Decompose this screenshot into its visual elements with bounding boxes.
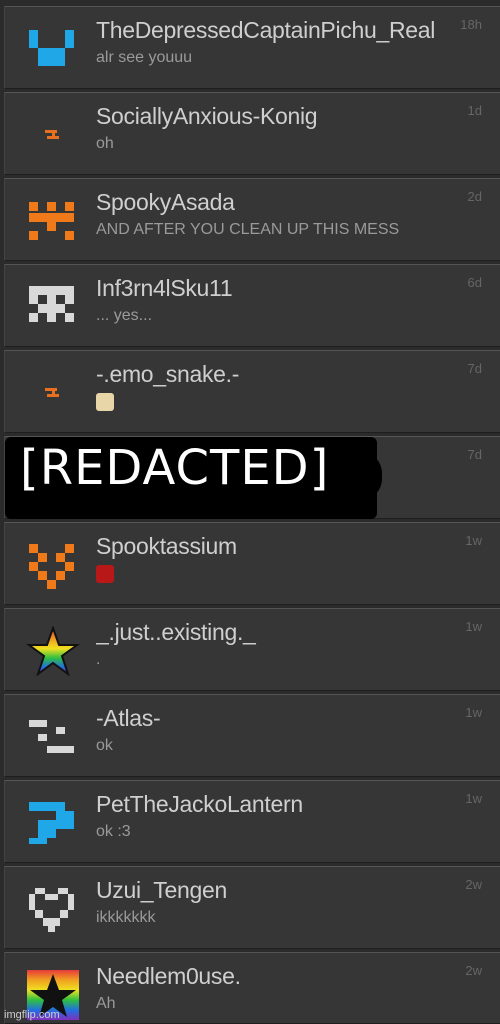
conversation-name: Needlem0use. (96, 963, 241, 989)
cat-emoji-icon (96, 393, 114, 411)
conversation-preview: ok (96, 737, 113, 754)
conversation-preview: . (96, 651, 101, 668)
conversation-preview (96, 393, 486, 411)
conversation-time: 7d (467, 447, 482, 462)
conversation-time: 2w (465, 877, 482, 892)
conversation-time: 6d (467, 275, 482, 290)
conversation-name: -Atlas- (96, 705, 161, 731)
conversation-preview: AND AFTER YOU CLEAN UP THIS MESS (96, 221, 400, 238)
conversation-preview: ok :3 (96, 823, 131, 840)
conversation-time: 1w (465, 533, 482, 548)
orange-lightning-avatar-icon (45, 130, 59, 139)
conversation-row[interactable]: _.just..existing._ . 1w (4, 608, 500, 691)
conversation-preview: ikkkkkkk (96, 909, 156, 926)
conversation-time: 18h (460, 17, 482, 32)
conversation-name: Uzui_Tengen (96, 877, 227, 903)
conversation-row[interactable]: -.emo_snake.- 7d (4, 350, 500, 433)
conversation-row[interactable]: SociallyAnxious-Konig oh 1d (4, 92, 500, 175)
watermark: imgflip.com (4, 1009, 60, 1021)
rainbow-star-avatar-icon (25, 626, 81, 676)
conversation-time: 2d (467, 189, 482, 204)
conversation-name: Inf3rn4lSku11 (96, 275, 233, 301)
conversation-preview: alr see youuu (96, 49, 193, 66)
conversation-preview: oh (96, 135, 114, 152)
conversation-row[interactable]: Inf3rn4lSku11 ... yes... 6d (4, 264, 500, 347)
blue-pixel-avatar-icon (29, 802, 74, 844)
conversation-name: -.emo_snake.- (96, 361, 240, 387)
conversation-row[interactable]: Uzui_Tengen ikkkkkkk 2w (4, 866, 500, 949)
conversation-name: Spooktassium (96, 533, 237, 559)
white-pixel-avatar-icon (29, 286, 74, 322)
orange-heart-pixel-avatar-icon (29, 544, 74, 589)
conversation-name: _.just..existing._ (96, 619, 256, 645)
conversation-time: 1w (465, 791, 482, 806)
orange-lightning-avatar-icon (45, 388, 59, 397)
conversation-name: SpookyAsada (96, 189, 235, 215)
conversation-name: SociallyAnxious-Konig (96, 103, 318, 129)
orange-pixel-avatar-icon (29, 202, 74, 240)
conversation-name: PetTheJackoLantern (96, 791, 303, 817)
redaction-blob (340, 452, 382, 500)
redacted-label: [REDACTED] (20, 440, 330, 496)
conversation-row[interactable]: -Atlas- ok 1w (4, 694, 500, 777)
conversation-name: TheDepressedCaptainPichu_Real (96, 17, 436, 43)
red-arrow-emoji-icon (96, 565, 114, 583)
blue-pixel-avatar-icon (29, 30, 74, 66)
conversation-time: 1w (465, 705, 482, 720)
conversation-time: 7d (467, 361, 482, 376)
conversation-time: 1w (465, 619, 482, 634)
conversation-time: 2w (465, 963, 482, 978)
conversation-row[interactable]: Spooktassium 1w (4, 522, 500, 605)
conversation-preview: ... yes... (96, 307, 153, 324)
conversation-preview: Ah (96, 995, 116, 1012)
conversation-row[interactable]: SpookyAsada AND AFTER YOU CLEAN UP THIS … (4, 178, 500, 261)
conversation-row[interactable]: TheDepressedCaptainPichu_Real alr see yo… (4, 6, 500, 89)
white-face-pixel-avatar-icon (29, 720, 74, 753)
conversation-preview (96, 565, 486, 583)
conversation-row[interactable]: Needlem0use. Ah 2w (4, 952, 500, 1024)
conversation-time: 1d (467, 103, 482, 118)
conversation-row[interactable]: PetTheJackoLantern ok :3 1w (4, 780, 500, 863)
white-heart-pixel-avatar-icon (29, 888, 74, 932)
